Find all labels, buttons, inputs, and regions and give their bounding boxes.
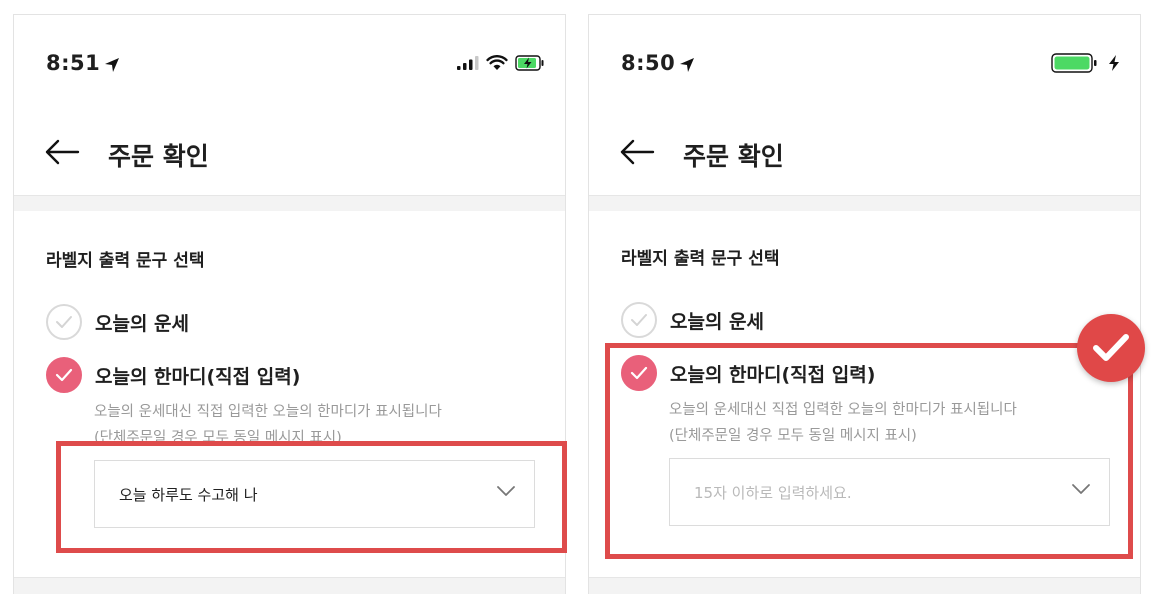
section-divider <box>14 195 565 211</box>
description-line-1: 오늘의 운세대신 직접 입력한 오늘의 한마디가 표시됩니다 <box>94 404 442 420</box>
section-divider-bottom <box>14 577 565 594</box>
status-time-text: 8:51 <box>46 51 101 75</box>
back-arrow-icon[interactable] <box>619 139 655 165</box>
charging-bolt-icon <box>1109 55 1119 71</box>
status-bar: 8:50 <box>589 15 1140 111</box>
check-badge <box>1077 314 1145 382</box>
check-icon <box>56 316 72 328</box>
section-divider-bottom <box>589 577 1140 594</box>
option-fortune-label: 오늘의 운세 <box>95 312 190 335</box>
option-custom-message[interactable]: 오늘의 한마디(직접 입력) <box>46 357 300 393</box>
back-arrow-icon[interactable] <box>44 139 80 165</box>
app-header: 주문 확인 <box>14 111 565 195</box>
wifi-icon <box>486 55 508 70</box>
battery-charging-icon <box>515 55 544 71</box>
status-icons <box>457 53 545 73</box>
location-arrow-icon <box>105 58 120 72</box>
radio-custom-message[interactable] <box>46 357 82 393</box>
status-icons <box>1051 53 1120 73</box>
option-fortune[interactable]: 오늘의 운세 <box>621 302 764 338</box>
battery-charging-icon <box>1051 53 1097 73</box>
status-bar: 8:51 <box>14 15 565 111</box>
option-fortune[interactable]: 오늘의 운세 <box>46 304 189 340</box>
status-time: 8:51 <box>46 51 120 75</box>
highlight-box-left <box>56 441 567 553</box>
check-icon <box>55 368 73 382</box>
signal-bars-icon <box>457 56 479 70</box>
radio-fortune[interactable] <box>621 302 657 338</box>
section-title: 라벨지 출력 문구 선택 <box>621 249 780 269</box>
check-icon <box>1093 334 1129 361</box>
section-title: 라벨지 출력 문구 선택 <box>46 251 205 271</box>
highlight-box-right <box>605 343 1133 559</box>
status-time-text: 8:50 <box>621 51 676 75</box>
check-icon <box>631 314 647 326</box>
option-fortune-label: 오늘의 운세 <box>670 310 765 333</box>
section-divider <box>589 195 1140 211</box>
radio-fortune[interactable] <box>46 304 82 340</box>
page-title: 주문 확인 <box>683 142 784 171</box>
location-arrow-icon <box>680 58 695 72</box>
app-header: 주문 확인 <box>589 111 1140 195</box>
page-title: 주문 확인 <box>108 142 209 171</box>
status-time: 8:50 <box>621 51 695 75</box>
option-custom-message-label: 오늘의 한마디(직접 입력) <box>95 365 301 388</box>
